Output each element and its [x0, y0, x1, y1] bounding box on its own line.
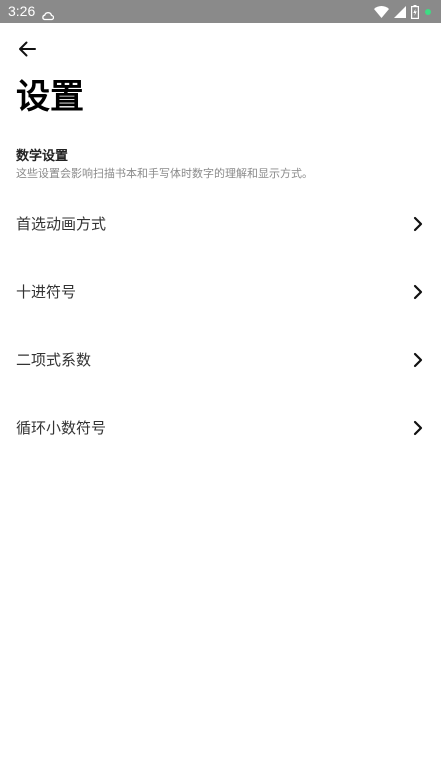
setting-preferred-animation[interactable]: 首选动画方式: [0, 190, 441, 258]
setting-repeating-decimal[interactable]: 循环小数符号: [0, 394, 441, 462]
chevron-right-icon: [413, 420, 423, 436]
setting-label: 首选动画方式: [16, 215, 107, 233]
setting-label: 循环小数符号: [16, 419, 107, 437]
chevron-right-icon: [413, 284, 423, 300]
wifi-icon: [374, 6, 389, 18]
notification-dot-icon: [424, 8, 432, 16]
section-title: 数学设置: [16, 149, 69, 164]
setting-label: 十进符号: [16, 283, 77, 301]
status-icons: [374, 4, 432, 20]
settings-list: 首选动画方式 十进符号 二项式系数 循环小数符号: [0, 190, 441, 462]
setting-binomial-coefficient[interactable]: 二项式系数: [0, 326, 441, 394]
battery-icon: [411, 5, 419, 19]
chevron-right-icon: [413, 216, 423, 232]
page-title: 设置: [16, 77, 84, 117]
cell-signal-icon: [394, 6, 406, 18]
status-time: 3:26: [8, 3, 36, 19]
back-button[interactable]: [12, 38, 42, 64]
setting-decimal-separator[interactable]: 十进符号: [0, 258, 441, 326]
setting-label: 二项式系数: [16, 351, 92, 369]
chevron-right-icon: [413, 352, 423, 368]
status-bar: 3:26: [0, 0, 441, 23]
section-description: 这些设置会影响扫描书本和手写体时数字的理解和显示方式。: [16, 167, 313, 180]
arrow-left-icon: [18, 41, 36, 61]
cloud-icon: [42, 6, 55, 21]
